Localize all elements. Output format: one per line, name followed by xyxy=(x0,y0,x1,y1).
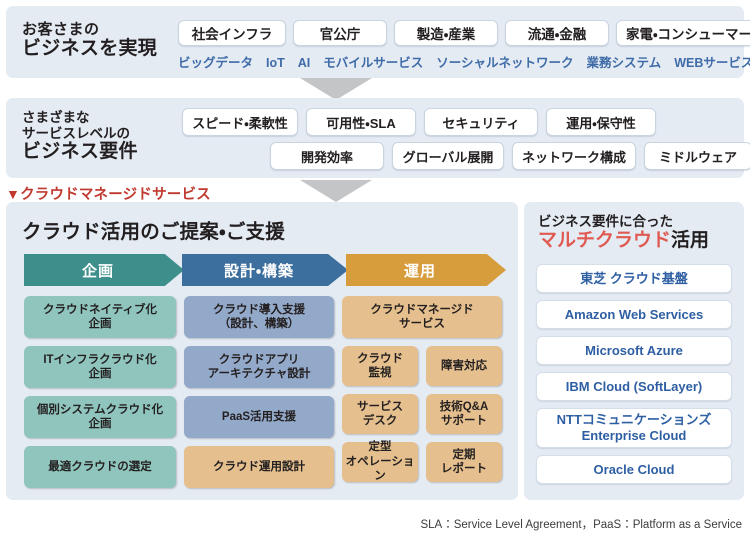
service-box[interactable]: クラウド導入支援 （設計、構築） xyxy=(184,296,334,338)
service-box[interactable]: 定期 レポート xyxy=(426,442,502,482)
keyword-row: ビッグデータ IoT AI モバイルサービス ソーシャルネットワーク 業務システ… xyxy=(178,52,750,71)
managed-service-caption: ▼クラウドマネージドサービス xyxy=(6,183,211,204)
keyword-item: ソーシャルネットワーク xyxy=(436,56,574,70)
service-box[interactable]: 最適クラウドの選定 xyxy=(24,446,176,488)
down-arrow-icon xyxy=(300,78,372,100)
keyword-item: モバイルサービス xyxy=(323,56,424,70)
requirement-tag[interactable]: スピード・柔軟性 xyxy=(182,108,298,136)
service-box-pair: サービス デスク 技術Q&A サポート xyxy=(342,394,502,434)
cloud-provider-item[interactable]: Oracle Cloud xyxy=(536,455,732,484)
main-panel-title: クラウド活用のご提案・ご支援 xyxy=(22,221,285,243)
service-columns: クラウドネイティブ化 企画 ITインフラクラウド化 企画 個別システムクラウド化 企画… xyxy=(24,296,502,488)
keyword-item: ビッグデータ xyxy=(178,56,254,70)
cloud-provider-item[interactable]: 東芝 クラウド基盤 xyxy=(536,264,732,293)
phase-chevron-ops-label: 運用 xyxy=(403,262,436,280)
service-box[interactable]: クラウドネイティブ化 企画 xyxy=(24,296,176,338)
phase-chevron-build-label: 設計・構築 xyxy=(223,262,295,280)
service-box-pair: クラウド 監視 障害対応 xyxy=(342,346,502,386)
requirements-label-line2: サービスレベルの xyxy=(22,125,130,141)
multicloud-heading-rest: 活用 xyxy=(671,229,710,251)
down-arrow-icon xyxy=(300,180,372,202)
cloud-provider-list: 東芝 クラウド基盤 Amazon Web Services Microsoft … xyxy=(536,264,732,484)
service-box[interactable]: 定型 オペレーション xyxy=(342,441,418,482)
industry-tag[interactable]: 製造・産業 xyxy=(394,20,498,46)
phase-chevron-plan[interactable]: 企画 xyxy=(24,254,184,286)
service-box[interactable]: 障害対応 xyxy=(426,346,502,386)
requirement-tag-row-1: スピード・柔軟性 可用性・SLA セキュリティ 運用・保守性 xyxy=(182,108,656,136)
service-box[interactable]: クラウドアプリ アーキテクチャ設計 xyxy=(184,346,334,388)
multicloud-heading: ビジネス要件に合った マルチクラウド活用 xyxy=(538,214,709,251)
customer-business-panel: お客さまの ビジネスを実現 社会インフラ 官公庁 製造・産業 流通・金融 家電・… xyxy=(6,6,750,78)
requirements-label-line1: さまざまな xyxy=(22,110,90,125)
column-ops: クラウドマネージド サービス クラウド 監視 障害対応 サービス デスク 技術Q&A サ… xyxy=(342,296,502,488)
phase-chevron-ops[interactable]: 運用 xyxy=(346,254,506,286)
requirement-tag[interactable]: ミドルウェア xyxy=(644,142,750,170)
customer-business-label: お客さまの ビジネスを実現 xyxy=(22,21,157,60)
requirement-tag[interactable]: グローバル展開 xyxy=(392,142,504,170)
industry-tag[interactable]: 流通・金融 xyxy=(505,20,609,46)
phase-chevron-build[interactable]: 設計・構築 xyxy=(182,254,348,286)
multicloud-panel: ビジネス要件に合った マルチクラウド活用 東芝 クラウド基盤 Amazon We… xyxy=(524,202,744,500)
cloud-provider-item[interactable]: IBM Cloud (SoftLayer) xyxy=(536,372,732,401)
customer-label-line1: お客さまの xyxy=(22,21,100,38)
business-requirements-panel: さまざまな サービスレベルの ビジネス要件 スピード・柔軟性 可用性・SLA セ… xyxy=(6,98,750,178)
service-box[interactable]: サービス デスク xyxy=(342,394,418,434)
requirement-tag[interactable]: 運用・保守性 xyxy=(546,108,656,136)
service-box[interactable]: PaaS活用支援 xyxy=(184,396,334,438)
phase-chevron-plan-label: 企画 xyxy=(81,262,114,280)
keyword-item: IoT xyxy=(266,56,285,70)
service-box[interactable]: クラウドマネージド サービス xyxy=(342,296,502,338)
industry-tag-row: 社会インフラ 官公庁 製造・産業 流通・金融 家電・コンシューマー xyxy=(178,20,750,46)
footnote-abbreviations: SLA：Service Level Agreement，PaaS：Platfor… xyxy=(420,519,742,531)
service-box[interactable]: ITインフラクラウド化 企画 xyxy=(24,346,176,388)
requirement-tag[interactable]: 開発効率 xyxy=(270,142,384,170)
requirement-tag[interactable]: ネットワーク構成 xyxy=(512,142,636,170)
cloud-provider-item[interactable]: Amazon Web Services xyxy=(536,300,732,329)
service-box-pair: 定型 オペレーション 定期 レポート xyxy=(342,441,502,482)
requirement-tag-row-2: 開発効率 グローバル展開 ネットワーク構成 ミドルウェア xyxy=(270,142,750,170)
keyword-item: 業務システム xyxy=(586,56,662,70)
requirement-tag[interactable]: 可用性・SLA xyxy=(306,108,416,136)
managed-service-caption-text: クラウドマネージドサービス xyxy=(20,187,211,203)
column-plan: クラウドネイティブ化 企画 ITインフラクラウド化 企画 個別システムクラウド化 企画… xyxy=(24,296,176,488)
requirements-label-line3: ビジネス要件 xyxy=(22,141,138,163)
service-box[interactable]: クラウド 監視 xyxy=(342,346,418,386)
multicloud-heading-highlight: マルチクラウド xyxy=(538,229,672,251)
requirement-tag[interactable]: セキュリティ xyxy=(424,108,538,136)
service-box[interactable]: 個別システムクラウド化 企画 xyxy=(24,396,176,438)
multicloud-heading-line1: ビジネス要件に合った xyxy=(538,214,673,229)
customer-label-line2: ビジネスを実現 xyxy=(22,38,158,60)
cloud-provider-item[interactable]: NTTコミュニケーションズ Enterprise Cloud xyxy=(536,408,732,448)
phase-chevron-row: 企画 設計・構築 運用 xyxy=(24,254,506,286)
column-build: クラウド導入支援 （設計、構築） クラウドアプリ アーキテクチャ設計 PaaS活用支… xyxy=(184,296,334,488)
requirements-label: さまざまな サービスレベルの ビジネス要件 xyxy=(22,110,138,163)
triangle-marker-icon: ▼ xyxy=(6,186,21,202)
industry-tag[interactable]: 官公庁 xyxy=(293,20,387,46)
cloud-provider-item[interactable]: Microsoft Azure xyxy=(536,336,732,365)
keyword-item: AI xyxy=(297,56,311,70)
service-box[interactable]: 技術Q&A サポート xyxy=(426,394,502,434)
industry-tag[interactable]: 社会インフラ xyxy=(178,20,286,46)
cloud-proposal-panel: クラウド活用のご提案・ご支援 企画 設計・構築 運用 クラウドネイティブ化 企画 … xyxy=(6,202,518,500)
multicloud-heading-line2: マルチクラウド活用 xyxy=(538,230,709,252)
service-box[interactable]: クラウド運用設計 xyxy=(184,446,334,488)
keyword-item: WEBサービス xyxy=(674,56,750,70)
industry-tag[interactable]: 家電・コンシューマー xyxy=(616,20,750,46)
